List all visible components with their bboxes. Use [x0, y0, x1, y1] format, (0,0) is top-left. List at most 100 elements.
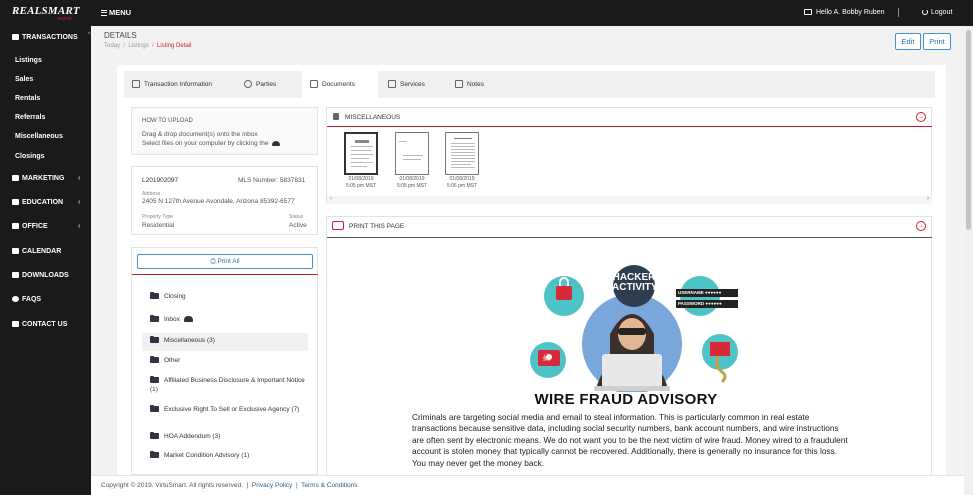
skull-icon: ☠: [542, 353, 551, 364]
hacker-activity-label: HACKER ACTIVITY: [612, 272, 658, 293]
house-icon: [132, 80, 140, 88]
folder-affiliated-business[interactable]: Affiliated Business Disclosure & Importa…: [150, 375, 310, 394]
upload-line-2: Select files on your computer by clickin…: [142, 140, 281, 147]
page-scrollbar[interactable]: [964, 26, 973, 495]
folder-icon: [150, 355, 159, 363]
sidebar-item-contact[interactable]: CONTACT US: [12, 321, 67, 328]
user-greeting[interactable]: Hello A. Bobby Ruben: [804, 9, 885, 16]
scroll-left-icon[interactable]: ‹: [330, 196, 332, 202]
folder-market-condition[interactable]: Market Condition Advisory (1): [150, 450, 249, 459]
folder-icon: [150, 431, 159, 439]
privacy-policy-link[interactable]: Privacy Policy: [252, 482, 292, 489]
scrollbar-thumb[interactable]: [966, 30, 971, 230]
address-value: 2405 N 127th Avenue Avondale, Arizona 85…: [142, 198, 295, 205]
terms-link[interactable]: Terms & Conditions: [301, 482, 357, 489]
thumbnail-caption: 01/08/2019 5:05 pm MST: [345, 176, 376, 189]
sidebar-item-closings[interactable]: Closings: [15, 153, 45, 160]
tab-transaction-information[interactable]: Transaction Information: [132, 71, 238, 98]
sidebar-item-education[interactable]: EDUCATION ‹: [12, 199, 80, 206]
scroll-right-icon[interactable]: ›: [927, 196, 929, 202]
arrow-circle-right-icon[interactable]: →: [916, 221, 926, 231]
tab-notes[interactable]: Notes: [455, 71, 501, 98]
tab-bar: Transaction Information Parties Document…: [124, 71, 935, 98]
folder-icon: [150, 291, 159, 299]
upload-line-1: Drag & drop document(s) onto the inbox: [142, 131, 258, 138]
sidebar-item-calendar[interactable]: CALENDAR: [12, 248, 61, 255]
cloud-upload-icon[interactable]: [272, 141, 281, 146]
listing-id: L201902097: [142, 177, 179, 184]
breadcrumb-current: Listing Detail: [157, 43, 192, 49]
folder-hoa-addendum[interactable]: HOA Addendum (3): [150, 431, 220, 440]
envelope-icon: [310, 80, 318, 88]
divider: [132, 274, 318, 275]
note-icon: [455, 80, 463, 88]
folder-icon: [150, 335, 159, 343]
document-thumbnail[interactable]: [344, 132, 378, 175]
divider: [327, 237, 932, 238]
menu-button[interactable]: MENU: [101, 8, 131, 17]
sidebar-item-office[interactable]: OFFICE ‹: [12, 223, 80, 230]
folder-inbox[interactable]: Inbox: [150, 314, 193, 323]
folder-icon: [150, 404, 159, 412]
megaphone-icon: [12, 175, 19, 181]
print-button[interactable]: Print: [923, 33, 951, 50]
folder-exclusive-right[interactable]: Exclusive Right To Sell or Exclusive Age…: [150, 404, 310, 414]
status-value: Active: [289, 222, 307, 229]
cloud-upload-icon: [183, 316, 193, 322]
folder-closing[interactable]: Closing: [150, 291, 186, 300]
thumbnail-caption: 01/08/2019 5:06 pm MST: [446, 176, 477, 189]
property-type-value: Residential: [142, 222, 175, 229]
breadcrumb-today[interactable]: Today: [104, 43, 120, 49]
logo[interactable]: REALSMART AGENT: [12, 5, 80, 21]
tab-documents[interactable]: Documents: [302, 71, 378, 98]
print-all-button[interactable]: ⎙ Print All: [137, 254, 313, 269]
tab-services[interactable]: Services: [388, 71, 440, 98]
mls-number: MLS Number: 5837831: [238, 177, 306, 184]
sidebar-item-rentals[interactable]: Rentals: [15, 95, 40, 102]
document-thumbnail[interactable]: [445, 132, 479, 175]
tab-parties[interactable]: Parties: [244, 71, 296, 98]
thumbnail-caption: 01/08/2019 5:05 pm MST: [396, 176, 427, 189]
print-panel-title[interactable]: PRINT THIS PAGE: [349, 223, 404, 230]
sidebar-item-faqs[interactable]: FAQS: [12, 296, 41, 303]
calendar-icon: [12, 248, 19, 254]
sidebar-item-miscellaneous[interactable]: Miscellaneous: [15, 133, 63, 140]
horizontal-scrollbar[interactable]: ‹ ›: [327, 196, 932, 204]
sidebar-item-transactions[interactable]: TRANSACTIONS ˇ: [12, 33, 90, 41]
power-icon: [922, 9, 928, 15]
arrow-circle-right-icon[interactable]: →: [916, 112, 926, 122]
document-icon: [333, 113, 339, 120]
copyright: Copyright © 2019. VirtuSmart. All rights…: [101, 482, 243, 489]
folder-other[interactable]: Other: [150, 355, 180, 364]
folder-icon: [150, 450, 159, 458]
chevron-down-icon: ˇ: [88, 33, 91, 40]
listing-info-card: L201902097 MLS Number: 5837831 Address 2…: [131, 166, 318, 235]
footer: Copyright © 2019. VirtuSmart. All rights…: [91, 475, 964, 495]
upload-title: HOW TO UPLOAD: [142, 118, 193, 124]
upload-instructions: HOW TO UPLOAD Drag & drop document(s) on…: [131, 107, 318, 155]
chat-icon: [12, 321, 19, 327]
page-title: DETAILS: [104, 31, 137, 40]
top-bar: REALSMART AGENT MENU Hello A. Bobby Ruben…: [0, 0, 973, 26]
advisory-body: Criminals are targeting social media and…: [412, 412, 848, 468]
sidebar-item-downloads[interactable]: DOWNLOADS: [12, 272, 69, 279]
advisory-title: WIRE FRAUD ADVISORY: [534, 391, 718, 408]
sidebar-item-listings[interactable]: Listings: [15, 57, 42, 64]
divider: [327, 126, 932, 127]
chevron-left-icon: ‹: [78, 199, 81, 206]
folder-miscellaneous[interactable]: Miscellaneous (3): [150, 335, 215, 344]
logout-button[interactable]: Logout: [922, 9, 952, 16]
cloud-download-icon: [12, 272, 19, 278]
sidebar-item-sales[interactable]: Sales: [15, 76, 33, 83]
sidebar-item-referrals[interactable]: Referrals: [15, 114, 45, 121]
divider: [898, 8, 899, 17]
breadcrumb-listings[interactable]: Listings: [128, 43, 148, 49]
folder-icon: [150, 314, 159, 322]
edit-icon: [388, 80, 396, 88]
chevron-left-icon: ‹: [78, 175, 81, 182]
question-circle-icon: [12, 296, 19, 302]
edit-button[interactable]: Edit: [895, 33, 921, 50]
sidebar-item-marketing[interactable]: MARKETING ‹: [12, 175, 80, 182]
graduation-cap-icon: [12, 199, 19, 205]
document-thumbnail[interactable]: [395, 132, 429, 175]
